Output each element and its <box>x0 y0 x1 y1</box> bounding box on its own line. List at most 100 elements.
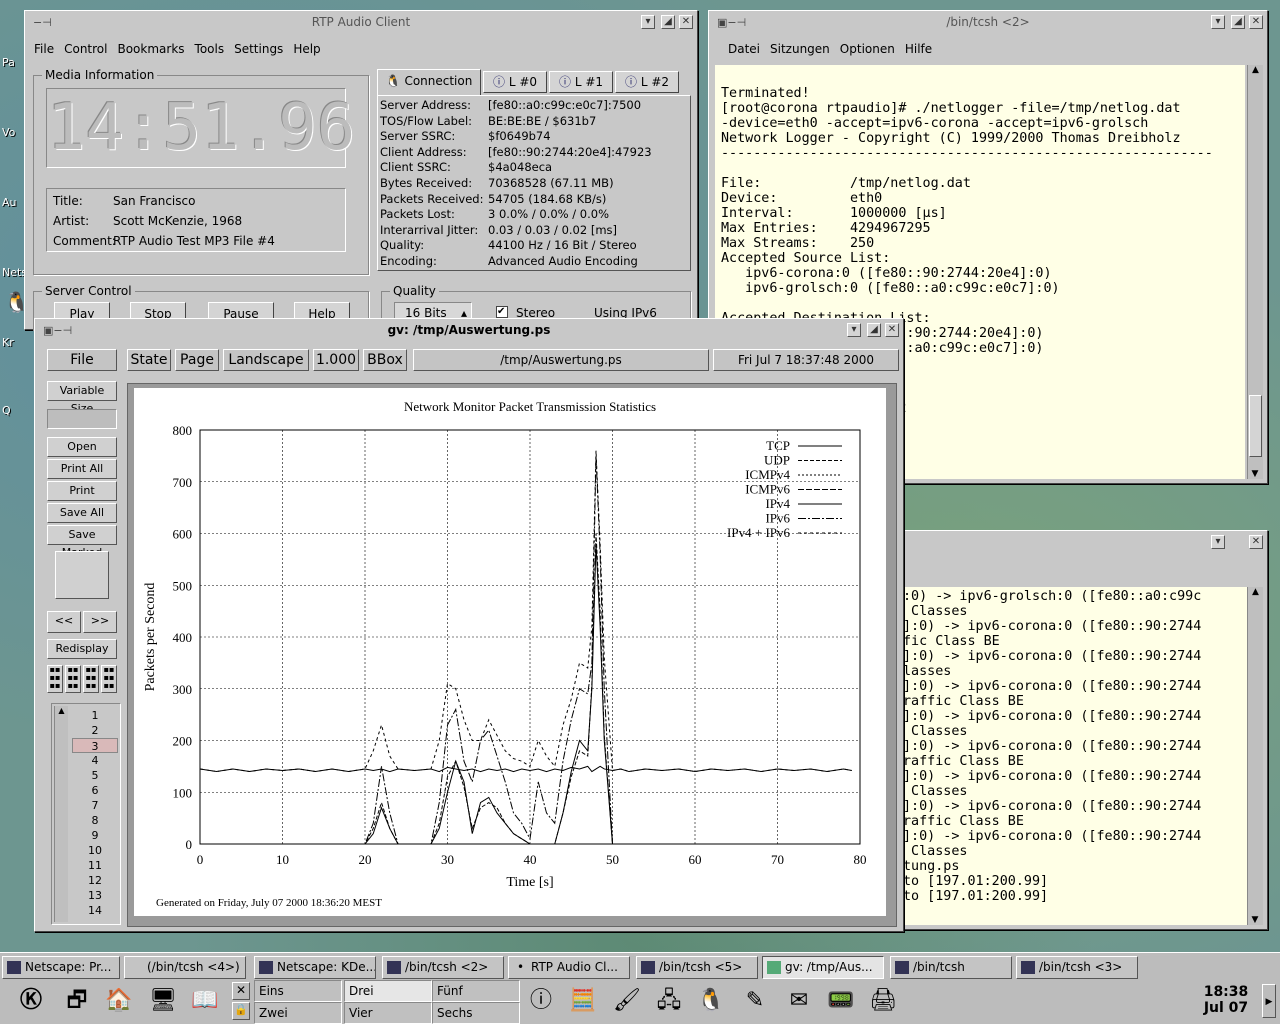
menu-hilfe[interactable]: Hilfe <box>900 39 937 56</box>
desktop-icon-label[interactable]: Vo <box>2 126 15 139</box>
panel-arrow-icon[interactable]: ▶ <box>1262 984 1276 1018</box>
menu-file[interactable]: File <box>29 39 59 56</box>
close-icon[interactable]: ✕ <box>1249 15 1263 29</box>
bbox-button[interactable]: BBox <box>363 349 407 371</box>
home-icon[interactable]: 🏠 <box>102 984 136 1018</box>
minimize-icon[interactable]: ▾ <box>847 323 861 337</box>
page-list-item[interactable]: 7 <box>72 798 118 813</box>
print-marked-button[interactable]: Print Marked <box>47 481 117 515</box>
desktop-sechs[interactable]: Sechs <box>432 1002 520 1024</box>
page-list-item[interactable]: 4 <box>72 753 118 768</box>
tab-connection[interactable]: 🐧 Connection <box>377 69 481 95</box>
page-list-item[interactable]: 10 <box>72 843 118 858</box>
menu-bookmarks[interactable]: Bookmarks <box>112 39 189 56</box>
k-menu-icon[interactable]: Ⓚ <box>14 984 48 1018</box>
prev-page-button[interactable]: << <box>47 611 81 633</box>
desktop-vier[interactable]: Vier <box>344 1002 432 1024</box>
next-page-button[interactable]: >> <box>83 611 117 633</box>
scroll-thumb[interactable] <box>1249 395 1262 457</box>
zoom-button[interactable]: 1.000 <box>313 349 359 371</box>
menu-control[interactable]: Control <box>59 39 112 56</box>
pin-icon[interactable]: −⊣ <box>33 14 52 32</box>
page-list-item[interactable]: 8 <box>72 813 118 828</box>
scroll-down-icon[interactable]: ▼ <box>1248 915 1262 925</box>
desktop-drei[interactable]: Drei <box>344 980 432 1002</box>
page-list-item[interactable]: 13 <box>72 888 118 903</box>
task-netscape-kde[interactable]: Netscape: KDe... <box>254 956 376 979</box>
mark-current-icon[interactable]: ▪▪ ▪▪ ▪▪ <box>83 665 99 693</box>
page-button[interactable]: Page <box>175 349 219 371</box>
scroll-up-icon[interactable]: ▲ <box>1248 65 1263 79</box>
menu-help[interactable]: Help <box>288 39 325 56</box>
help-icon[interactable]: 📖 <box>188 984 222 1018</box>
network-icon[interactable]: 🖧 <box>652 984 686 1018</box>
open-button[interactable]: Open <box>47 437 117 457</box>
save-all-button[interactable]: Save All <box>47 503 117 523</box>
desktop-icon-label[interactable]: Au <box>2 196 17 209</box>
page-list-item[interactable]: 3 <box>72 738 118 753</box>
tux-icon[interactable]: 🐧 <box>694 984 728 1018</box>
print-all-button[interactable]: Print All <box>47 459 117 479</box>
close-icon[interactable]: ✕ <box>679 15 693 29</box>
maximize-icon[interactable]: ◢ <box>661 15 675 29</box>
title-bar[interactable]: ▾ ✕ <box>883 533 1265 551</box>
title-bar[interactable]: −⊣ RTP Audio Client ▾ ◢ ✕ <box>27 13 695 31</box>
mail-icon[interactable]: ✉ <box>782 984 816 1018</box>
scrollbar[interactable]: ▲ ▼ <box>1247 587 1263 925</box>
close-icon[interactable]: ✕ <box>885 323 899 337</box>
page-list-item[interactable]: 14 <box>72 903 118 918</box>
scroll-down-icon[interactable]: ▼ <box>1248 469 1262 479</box>
desktop-icon-label[interactable]: Pa <box>2 56 15 69</box>
menu-settings[interactable]: Settings <box>229 39 288 56</box>
task-tcsh-5[interactable]: /bin/tcsh <5> <box>636 956 758 979</box>
page-number-field[interactable] <box>47 409 117 429</box>
tab-l0[interactable]: ⓘ L #0 <box>483 71 547 93</box>
page-list-item[interactable]: 6 <box>72 783 118 798</box>
task-tcsh-2[interactable]: /bin/tcsh <2> <box>382 956 504 979</box>
calculator-icon[interactable]: 🧮 <box>566 984 600 1018</box>
media-player-icon[interactable]: 📟 <box>824 984 858 1018</box>
desktop-fuenf[interactable]: Fünf <box>432 980 520 1002</box>
page-list-item[interactable]: 1 <box>72 708 118 723</box>
menu-tools[interactable]: Tools <box>190 39 230 56</box>
unmark-icon[interactable]: ▪▪ ▪▪ ▪▪ <box>101 665 117 693</box>
logout-icon[interactable]: ✕ <box>232 982 250 1000</box>
file-button[interactable]: File <box>47 349 117 371</box>
mark-odd-icon[interactable]: ▪▪ ▪▪ ▪▪ <box>47 665 63 693</box>
minimize-icon[interactable]: ▾ <box>1211 535 1225 549</box>
save-marked-button[interactable]: Save Marked <box>47 525 117 559</box>
redisplay-button[interactable]: Redisplay <box>47 639 117 659</box>
desktop-icon-label[interactable]: Q <box>2 404 11 417</box>
paint-icon[interactable]: 🖌 <box>610 984 644 1018</box>
page-list-item[interactable]: 11 <box>72 858 118 873</box>
task-tcsh-4[interactable]: (/bin/tcsh <4>) <box>124 956 246 979</box>
maximize-icon[interactable]: ◢ <box>1231 15 1245 29</box>
state-button[interactable]: State <box>127 349 171 371</box>
tab-l2[interactable]: ⓘ L #2 <box>615 71 679 93</box>
panner[interactable] <box>55 551 109 599</box>
pin-icon[interactable]: ▣−⊣ <box>43 322 72 340</box>
info-icon[interactable]: ⓘ <box>524 984 558 1018</box>
desktop-eins[interactable]: Eins <box>254 980 342 1002</box>
title-bar[interactable]: ▣−⊣ gv: /tmp/Auswertung.ps ▾ ◢ ✕ <box>37 321 901 339</box>
task-gv[interactable]: gv: /tmp/Aus... <box>762 956 884 979</box>
minimize-icon[interactable]: ▾ <box>641 15 655 29</box>
task-netscape-pr[interactable]: Netscape: Pr... <box>2 956 120 979</box>
menu-sitzungen[interactable]: Sitzungen <box>765 39 835 56</box>
page-list-item[interactable]: 12 <box>72 873 118 888</box>
mark-even-icon[interactable]: ▪▪ ▪▪ ▪▪ <box>65 665 81 693</box>
variable-size-button[interactable]: Variable Size <box>47 381 117 415</box>
task-tcsh-3[interactable]: /bin/tcsh <3> <box>1016 956 1138 979</box>
menu-optionen[interactable]: Optionen <box>835 39 900 56</box>
desktop-zwei[interactable]: Zwei <box>254 1002 342 1024</box>
printer-icon[interactable]: 🖨 <box>866 984 900 1018</box>
title-bar[interactable]: ▣−⊣ /bin/tcsh <2> ▾ ◢ ✕ <box>711 13 1265 31</box>
terminal-icon[interactable]: ▣−⊣ <box>717 14 746 32</box>
task-tcsh[interactable]: /bin/tcsh <box>890 956 1012 979</box>
stereo-checkbox[interactable]: ✔ <box>496 306 508 318</box>
clock[interactable]: 18:38 Jul 07 <box>1196 984 1256 1016</box>
page-list-item[interactable]: 2 <box>72 723 118 738</box>
task-rtp-audio[interactable]: • RTP Audio Cl... <box>508 956 630 979</box>
close-icon[interactable]: ✕ <box>1249 535 1263 549</box>
menu-datei[interactable]: Datei <box>723 39 765 56</box>
